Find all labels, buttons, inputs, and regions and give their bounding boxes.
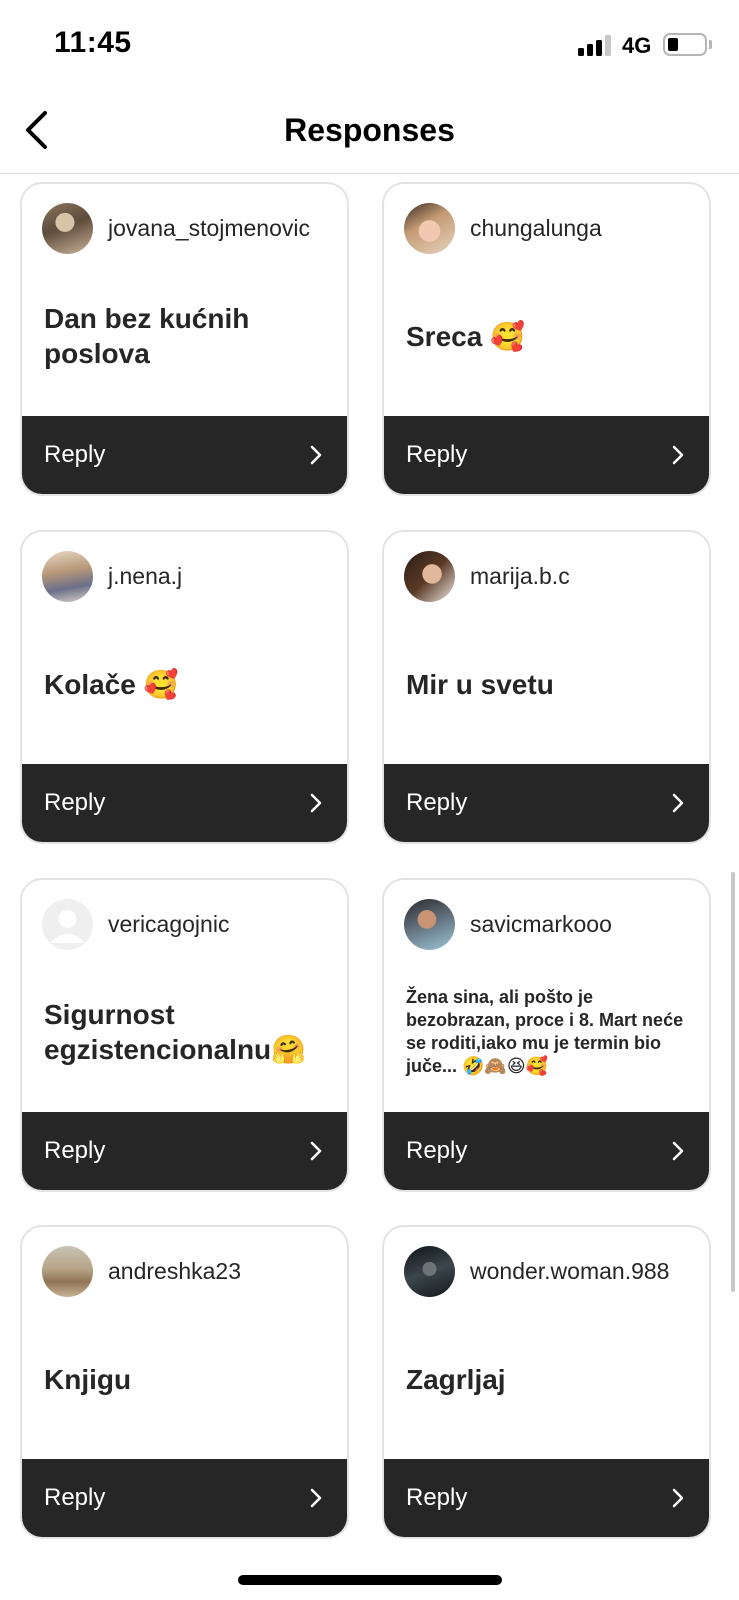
username[interactable]: jovana_stojmenovic — [108, 215, 310, 242]
response-text: Sigurnost egzistencionalnu🤗 — [44, 999, 307, 1065]
avatar[interactable] — [42, 202, 93, 254]
chevron-right-icon — [310, 1141, 322, 1161]
reply-button[interactable]: Reply — [384, 1112, 709, 1190]
chevron-right-icon — [672, 793, 684, 813]
reply-label: Reply — [44, 1484, 106, 1511]
home-indicator[interactable] — [238, 1575, 502, 1585]
avatar[interactable] — [404, 898, 455, 950]
status-time: 11:45 — [54, 26, 132, 59]
card-body: Žena sina, ali pošto je bezobrazan, proc… — [406, 954, 691, 1110]
card-header: wonder.woman.988 — [404, 1245, 694, 1297]
card-body: Dan bez kućnih poslova — [44, 258, 329, 414]
reply-label: Reply — [44, 1137, 106, 1164]
reply-button[interactable]: Reply — [22, 1112, 347, 1190]
card-body: Kolače 🥰 — [44, 606, 329, 762]
default-avatar-icon[interactable] — [42, 898, 93, 950]
card-header: vericagojnic — [42, 898, 332, 950]
avatar[interactable] — [404, 1245, 455, 1297]
card-body: Sreca 🥰 — [406, 258, 691, 414]
response-card: andreshka23 Knjigu Reply — [20, 1225, 349, 1539]
card-header: savicmarkooo — [404, 898, 694, 950]
battery-cap — [709, 40, 712, 49]
reply-label: Reply — [406, 1137, 468, 1164]
page-title: Responses — [284, 112, 455, 148]
response-text: Kolače 🥰 — [44, 668, 179, 700]
nav-bar: Responses — [0, 92, 739, 174]
avatar[interactable] — [42, 1245, 93, 1297]
reply-label: Reply — [44, 441, 106, 468]
network-type: 4G — [622, 33, 652, 58]
reply-button[interactable]: Reply — [384, 1459, 709, 1537]
card-body: Sigurnost egzistencionalnu🤗 — [44, 954, 329, 1110]
scrollbar[interactable] — [731, 872, 735, 1292]
card-header: chungalunga — [404, 202, 694, 254]
avatar[interactable] — [42, 550, 93, 602]
reply-label: Reply — [406, 441, 468, 468]
response-card: chungalunga Sreca 🥰 Reply — [382, 182, 711, 496]
username[interactable]: marija.b.c — [470, 563, 570, 590]
username[interactable]: andreshka23 — [108, 1258, 241, 1285]
avatar[interactable] — [404, 550, 455, 602]
card-header: jovana_stojmenovic — [42, 202, 332, 254]
response-card: vericagojnic Sigurnost egzistencionalnu🤗… — [20, 878, 349, 1192]
response-card: jovana_stojmenovic Dan bez kućnih poslov… — [20, 182, 349, 496]
battery-icon — [663, 33, 707, 56]
card-body: Knjigu — [44, 1301, 329, 1457]
avatar[interactable] — [404, 202, 455, 254]
reply-button[interactable]: Reply — [384, 764, 709, 842]
chevron-right-icon — [672, 1141, 684, 1161]
card-header: j.nena.j — [42, 550, 332, 602]
card-header: andreshka23 — [42, 1245, 332, 1297]
chevron-right-icon — [310, 1488, 322, 1508]
username[interactable]: j.nena.j — [108, 563, 182, 590]
response-card: savicmarkooo Žena sina, ali pošto je bez… — [382, 878, 711, 1192]
reply-label: Reply — [44, 789, 106, 816]
response-card: j.nena.j Kolače 🥰 Reply — [20, 530, 349, 844]
response-text: Zagrljaj — [406, 1363, 506, 1395]
reply-button[interactable]: Reply — [22, 1459, 347, 1537]
card-header: marija.b.c — [404, 550, 694, 602]
card-body: Zagrljaj — [406, 1301, 691, 1457]
reply-button[interactable]: Reply — [22, 764, 347, 842]
chevron-right-icon — [672, 445, 684, 465]
chevron-right-icon — [672, 1488, 684, 1508]
reply-label: Reply — [406, 789, 468, 816]
response-text: Sreca 🥰 — [406, 320, 525, 352]
chevron-right-icon — [310, 793, 322, 813]
username[interactable]: savicmarkooo — [470, 911, 612, 938]
response-text: Dan bez kućnih poslova — [44, 303, 250, 369]
username[interactable]: vericagojnic — [108, 911, 229, 938]
response-text: Knjigu — [44, 1363, 132, 1395]
status-bar: 11:45 4G — [0, 0, 739, 92]
response-card: wonder.woman.988 Zagrljaj Reply — [382, 1225, 711, 1539]
response-text: Žena sina, ali pošto je bezobrazan, proc… — [406, 987, 684, 1076]
response-card: marija.b.c Mir u svetu Reply — [382, 530, 711, 844]
username[interactable]: chungalunga — [470, 215, 602, 242]
reply-label: Reply — [406, 1484, 468, 1511]
reply-button[interactable]: Reply — [22, 416, 347, 494]
username[interactable]: wonder.woman.988 — [470, 1258, 669, 1285]
chevron-right-icon — [310, 445, 322, 465]
reply-button[interactable]: Reply — [384, 416, 709, 494]
cellular-signal-icon — [578, 34, 614, 56]
response-text: Mir u svetu — [406, 668, 554, 700]
card-body: Mir u svetu — [406, 606, 691, 762]
